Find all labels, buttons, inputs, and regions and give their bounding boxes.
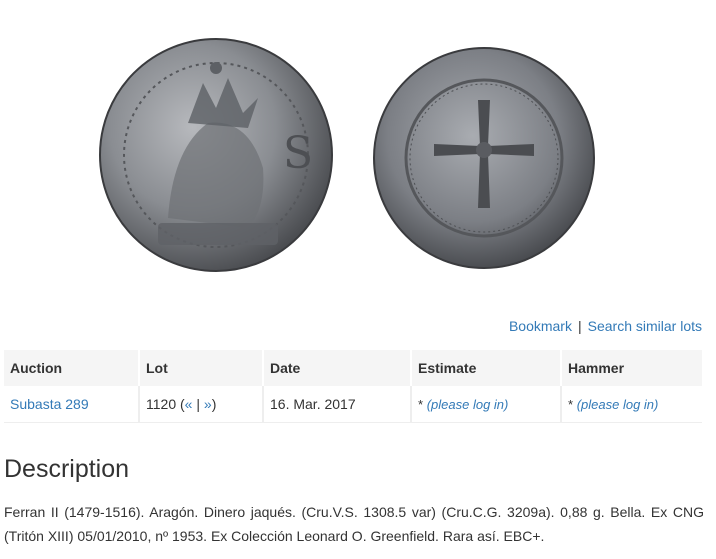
lot-info-table: Auction Lot Date Estimate Hammer Subasta… (4, 350, 702, 423)
cell-lot: 1120 (« | ») (139, 386, 264, 423)
bookmark-link[interactable]: Bookmark (509, 318, 572, 334)
table-header-row: Auction Lot Date Estimate Hammer (4, 350, 702, 386)
lot-nav-separator: | (196, 396, 200, 412)
estimate-login-link[interactable]: please log in (431, 397, 504, 412)
svg-text:S: S (283, 128, 313, 179)
header-hammer: Hammer (561, 350, 702, 386)
prev-lot-link[interactable]: « (185, 396, 193, 412)
estimate-prefix: * (418, 396, 424, 412)
actions-separator: | (577, 318, 582, 334)
cell-date: 16. Mar. 2017 (263, 386, 412, 423)
lot-number: 1120 (146, 396, 177, 412)
hammer-login-link[interactable]: please log in (581, 397, 654, 412)
hammer-prefix: * (568, 396, 574, 412)
cell-hammer: * (please log in) (561, 386, 702, 423)
lot-actions: Bookmark | Search similar lots (509, 318, 702, 334)
auction-link[interactable]: Subasta 289 (10, 396, 89, 412)
header-estimate: Estimate (411, 350, 562, 386)
description-title: Description (4, 455, 130, 483)
description-text: Ferran II (1479-1516). Aragón. Dinero ja… (4, 504, 704, 544)
table-row: Subasta 289 1120 (« | ») 16. Mar. 2017 *… (4, 386, 702, 423)
header-date: Date (263, 350, 412, 386)
cell-auction: Subasta 289 (4, 386, 140, 423)
cell-estimate: * (please log in) (411, 386, 562, 423)
search-similar-lots-link[interactable]: Search similar lots (588, 318, 702, 334)
header-lot: Lot (139, 350, 264, 386)
coin-image: S (99, 38, 595, 272)
coin-obverse: S (99, 38, 333, 272)
coin-reverse (373, 47, 595, 269)
header-auction: Auction (4, 350, 140, 386)
next-lot-link[interactable]: » (204, 396, 212, 412)
